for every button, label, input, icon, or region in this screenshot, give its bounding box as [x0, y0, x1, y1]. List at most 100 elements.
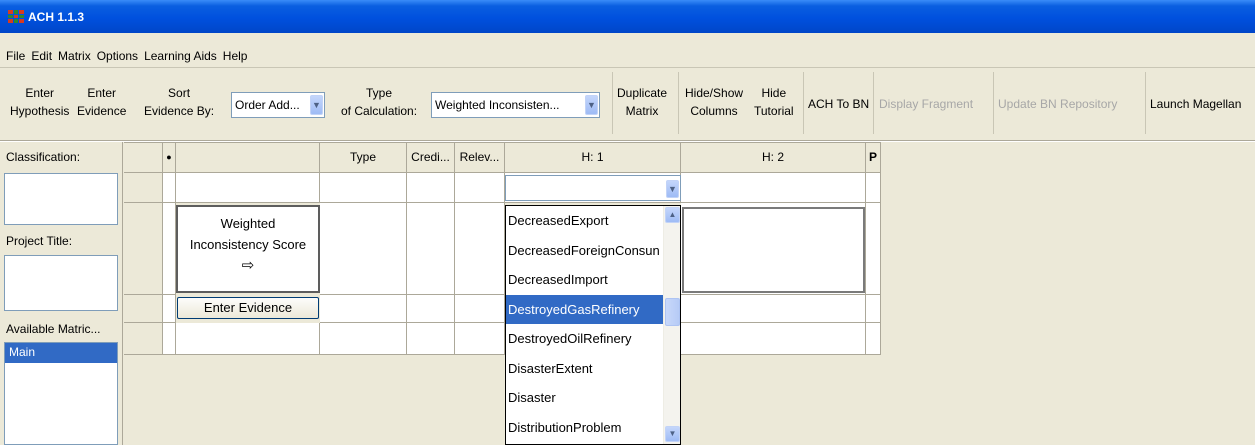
grid-cell[interactable] [163, 203, 176, 295]
matrices-list[interactable]: Main [4, 342, 118, 445]
grid-cell[interactable] [407, 173, 455, 203]
grid-cell[interactable] [163, 295, 176, 323]
grid-cell[interactable] [320, 323, 407, 355]
enter-evidence-button[interactable]: Enter Evidence [177, 297, 319, 319]
duplicate-matrix-button[interactable]: Duplicate Matrix [617, 84, 667, 120]
available-matrices-label: Available Matric... [6, 322, 101, 336]
scroll-up-icon[interactable]: ▲ [665, 207, 680, 223]
menu-matrix[interactable]: Matrix [58, 49, 91, 63]
toolbar-separator [612, 72, 613, 134]
grid-cell[interactable] [163, 173, 176, 203]
toolbar-separator [1145, 72, 1146, 134]
grid-cell[interactable] [455, 203, 505, 295]
header-cell-evidence [176, 143, 320, 173]
row-header [124, 173, 163, 203]
dropdown-item[interactable]: Disaster [506, 383, 664, 413]
row-header [124, 295, 163, 323]
scroll-down-icon[interactable]: ▼ [665, 426, 680, 442]
menu-separator [0, 67, 1255, 68]
grid-cell[interactable] [866, 295, 881, 323]
calculation-type-select[interactable]: Weighted Inconsisten... ▼ [431, 92, 600, 118]
header-relevance[interactable]: Relev... [455, 143, 505, 173]
grid-cell[interactable] [681, 323, 866, 355]
toolbar-separator [678, 72, 679, 134]
toolbar-separator [993, 72, 994, 134]
grid-cell[interactable] [407, 295, 455, 323]
weighted-inconsistency-score: Weighted Inconsistency Score ⇨ [176, 205, 320, 293]
window-title: ACH 1.1.3 [28, 9, 85, 24]
menu-edit[interactable]: Edit [31, 49, 52, 63]
row-header [124, 203, 163, 295]
classification-field[interactable] [4, 173, 118, 225]
dropdown-item[interactable]: DecreasedForeignConsun [506, 236, 664, 266]
h1-value-select[interactable]: ▼ [505, 175, 681, 201]
dropdown-item[interactable]: DistributionProblem [506, 413, 664, 443]
menu-learning-aids[interactable]: Learning Aids [144, 49, 217, 63]
calculation-type-value: Weighted Inconsisten... [435, 98, 560, 112]
enter-evidence-button[interactable]: Enter Evidence [77, 84, 126, 120]
dropdown-item[interactable]: DecreasedImport [506, 265, 664, 295]
display-fragment-button[interactable]: Display Fragment [879, 95, 973, 113]
grid-cell[interactable] [176, 323, 320, 355]
score-label-line2: Inconsistency Score [189, 237, 307, 252]
grid-cell[interactable] [163, 323, 176, 355]
chevron-down-icon[interactable]: ▼ [585, 95, 598, 115]
project-title-field[interactable] [4, 255, 118, 311]
menu-help[interactable]: Help [223, 49, 248, 63]
menu-file[interactable]: File [6, 49, 25, 63]
grid-cell[interactable] [455, 173, 505, 203]
dropdown-item[interactable]: DestroyedOilRefinery [506, 324, 664, 354]
sort-order-value: Order Add... [235, 98, 300, 112]
header-type[interactable]: Type [320, 143, 407, 173]
grid-cell[interactable] [681, 295, 866, 323]
grid-cell[interactable] [320, 295, 407, 323]
menu-bar: File Edit Matrix Options Learning Aids H… [0, 45, 1255, 67]
grid-cell[interactable] [681, 173, 866, 203]
ach-to-bn-button[interactable]: ACH To BN [808, 95, 869, 113]
matrix-item-main[interactable]: Main [5, 343, 117, 363]
enter-hypothesis-button[interactable]: Enter Hypothesis [10, 84, 69, 120]
arrow-right-icon: ⇨ [241, 257, 255, 274]
row-header [124, 323, 163, 355]
dropdown-item[interactable]: DecreasedExport [506, 206, 664, 236]
update-bn-repository-button[interactable]: Update BN Repository [998, 95, 1117, 113]
chevron-down-icon[interactable]: ▼ [310, 95, 323, 115]
header-credibility[interactable]: Credi... [407, 143, 455, 173]
grid-cell[interactable] [407, 203, 455, 295]
project-title-label: Project Title: [6, 234, 73, 248]
grid-cell[interactable] [407, 323, 455, 355]
launch-magellan-button[interactable]: Launch Magellan [1150, 95, 1241, 113]
grid-cell[interactable] [866, 323, 881, 355]
dropdown-item[interactable]: DisasterExtent [506, 354, 664, 384]
grid-cell[interactable] [866, 203, 881, 295]
title-bar: ACH 1.1.3 [0, 0, 1255, 33]
grid-cell[interactable] [455, 323, 505, 355]
left-panel: Classification: Project Title: Available… [0, 142, 123, 445]
h1-dropdown-list[interactable]: DecreasedExport DecreasedForeignConsun D… [505, 205, 681, 445]
grid-cell[interactable] [176, 173, 320, 203]
header-h1[interactable]: H: 1 [505, 143, 681, 173]
score-label-line1: Weighted [220, 216, 276, 231]
flag-icon: P [866, 143, 881, 173]
h2-score-box [682, 207, 865, 293]
dropdown-item-selected[interactable]: DestroyedGasRefinery [506, 294, 664, 324]
sort-order-select[interactable]: Order Add... ▼ [231, 92, 325, 118]
header-cell [124, 143, 163, 173]
grid-cell[interactable] [320, 203, 407, 295]
hide-tutorial-button[interactable]: Hide Tutorial [754, 84, 794, 120]
toolbar-separator [873, 72, 874, 134]
chevron-down-icon[interactable]: ▼ [666, 180, 679, 198]
sort-evidence-label: Sort Evidence By: [144, 86, 215, 118]
menu-options[interactable]: Options [97, 49, 138, 63]
header-h2[interactable]: H: 2 [681, 143, 866, 173]
hide-show-columns-button[interactable]: Hide/Show Columns [685, 84, 743, 120]
app-icon [8, 10, 24, 23]
grid-cell[interactable] [866, 173, 881, 203]
grid-cell[interactable] [455, 295, 505, 323]
scrollbar-thumb[interactable] [665, 298, 680, 326]
header-cell-marker: ● [163, 143, 176, 173]
dropdown-scrollbar[interactable]: ▲ ▼ [663, 206, 680, 444]
toolbar-separator [803, 72, 804, 134]
grid-cell[interactable] [320, 173, 407, 203]
classification-label: Classification: [6, 150, 81, 164]
